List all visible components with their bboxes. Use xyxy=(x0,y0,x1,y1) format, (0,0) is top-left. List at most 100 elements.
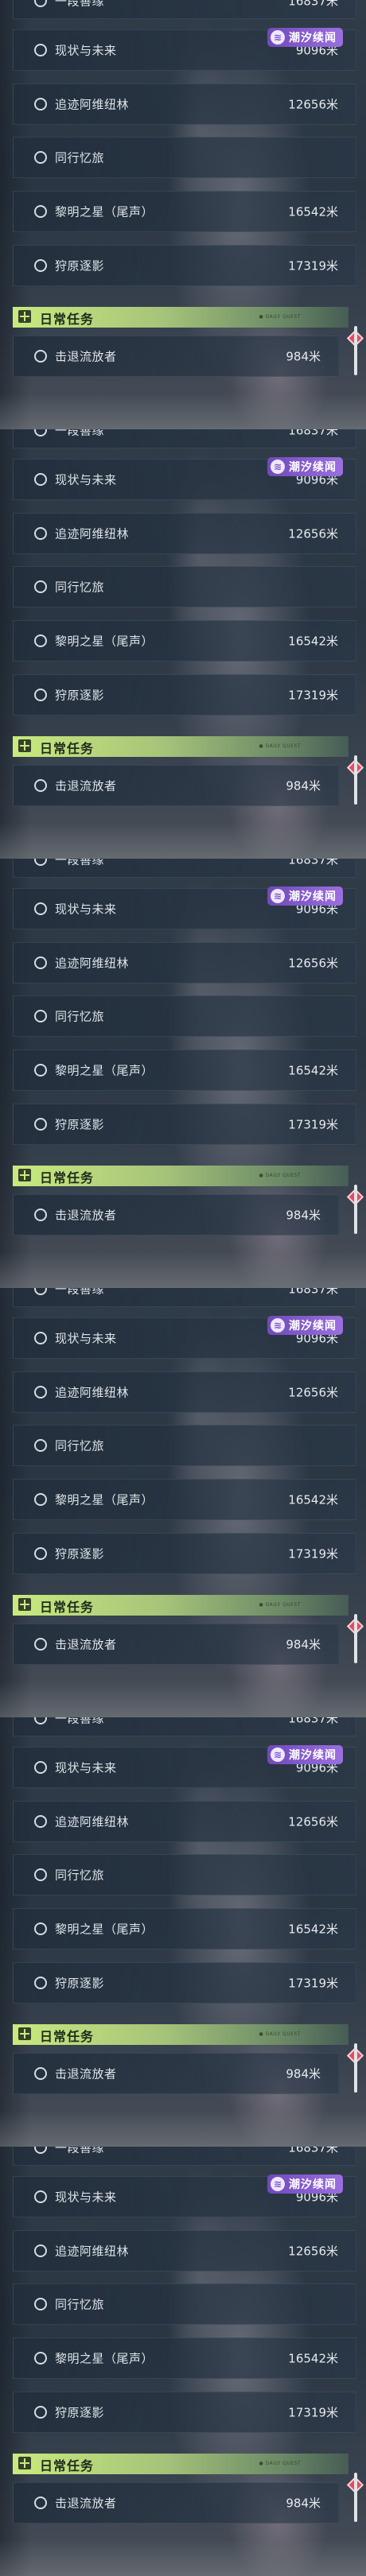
event-badge-label: 潮汐续闻 xyxy=(289,890,337,903)
event-badge[interactable]: ≋ 潮汐续闻 xyxy=(267,28,343,47)
quest-row[interactable]: 同行忆旅 xyxy=(13,2283,356,2325)
task-circle-icon xyxy=(34,2147,47,2154)
task-circle-icon xyxy=(34,2067,47,2080)
quest-row[interactable]: 追迹阿维纽林 12656米 xyxy=(13,83,356,125)
quest-row[interactable]: 一段善缘 16837米 xyxy=(13,1288,356,1307)
quest-row[interactable]: 追迹阿维纽林 12656米 xyxy=(13,1801,356,1842)
scrollbar-thumb[interactable] xyxy=(354,1614,357,1663)
task-circle-icon xyxy=(34,689,47,701)
quest-row[interactable]: 现状与未来 9096米 ≋ 潮汐续闻 xyxy=(13,1745,356,1788)
task-circle-icon xyxy=(34,1010,47,1022)
quest-row[interactable]: 现状与未来 9096米 ≋ 潮汐续闻 xyxy=(13,1316,356,1359)
quest-distance: 16542米 xyxy=(288,1922,338,1937)
daily-quest-row[interactable]: 击退流放者 984米 xyxy=(13,1624,339,1665)
quest-title: 黎明之星（尾声） xyxy=(55,2351,154,2366)
quest-row[interactable]: 狩原逐影 17319米 xyxy=(13,2392,356,2433)
quest-row[interactable]: 同行忆旅 xyxy=(13,1854,356,1895)
quest-distance: 984米 xyxy=(286,2066,321,2081)
quest-row[interactable]: 现状与未来 9096米 ≋ 潮汐续闻 xyxy=(13,886,356,929)
daily-quest-title: 日常任务 xyxy=(40,1170,95,1185)
quest-distance: 12656米 xyxy=(288,1814,338,1829)
scrollbar-thumb[interactable] xyxy=(354,755,357,805)
quest-distance: 12656米 xyxy=(288,956,338,971)
quest-distance: 16542米 xyxy=(288,634,338,649)
daily-quest-header[interactable]: 日常任务 ● DAILY QUEST xyxy=(13,736,348,757)
event-badge[interactable]: ≋ 潮汐续闻 xyxy=(267,457,343,476)
quest-row[interactable]: 黎明之星（尾声） 16542米 xyxy=(13,1479,356,1520)
daily-quest-row[interactable]: 击退流放者 984米 xyxy=(13,2053,339,2094)
daily-quest-icon xyxy=(18,2457,31,2469)
event-badge[interactable]: ≋ 潮汐续闻 xyxy=(267,2174,343,2194)
quest-title: 击退流放者 xyxy=(55,2496,117,2511)
quest-row[interactable]: 黎明之星（尾声） 16542米 xyxy=(13,1049,356,1091)
quest-row[interactable]: 现状与未来 9096米 ≋ 潮汐续闻 xyxy=(13,28,356,71)
daily-quest-row[interactable]: 击退流放者 984米 xyxy=(13,336,339,377)
task-circle-icon xyxy=(34,634,47,647)
quest-row[interactable]: 狩原逐影 17319米 xyxy=(13,1104,356,1145)
quest-distance: 16837米 xyxy=(288,859,338,867)
quest-row[interactable]: 追迹阿维纽林 12656米 xyxy=(13,1371,356,1413)
quest-row[interactable]: 黎明之星（尾声） 16542米 xyxy=(13,1908,356,1949)
tide-event-icon: ≋ xyxy=(271,30,285,45)
quest-title: 狩原逐影 xyxy=(55,258,105,274)
daily-quest-header[interactable]: 日常任务 ● DAILY QUEST xyxy=(13,307,348,328)
task-circle-icon xyxy=(34,44,47,56)
quest-row[interactable]: 同行忆旅 xyxy=(13,566,356,607)
quest-row[interactable]: 一段善缘 16837米 xyxy=(13,859,356,878)
quest-row[interactable]: 黎明之星（尾声） 16542米 xyxy=(13,620,356,661)
quest-title: 追迹阿维纽林 xyxy=(55,956,130,971)
quest-row[interactable]: 追迹阿维纽林 12656米 xyxy=(13,2230,356,2271)
scrollbar-thumb[interactable] xyxy=(354,2043,357,2093)
quest-row[interactable]: 一段善缘 16837米 xyxy=(13,1717,356,1736)
daily-quest-row[interactable]: 击退流放者 984米 xyxy=(13,2482,339,2524)
scrollbar-thumb[interactable] xyxy=(354,326,357,375)
quest-row[interactable]: 狩原逐影 17319米 xyxy=(13,1533,356,1574)
daily-quest-header[interactable]: 日常任务 ● DAILY QUEST xyxy=(13,2024,348,2045)
task-circle-icon xyxy=(34,1386,47,1399)
quest-row[interactable]: 狩原逐影 17319米 xyxy=(13,245,356,286)
tide-event-icon: ≋ xyxy=(271,460,285,474)
event-badge[interactable]: ≋ 潮汐续闻 xyxy=(267,1316,343,1335)
scrollbar-thumb[interactable] xyxy=(354,2473,357,2522)
quest-row[interactable]: 黎明之星（尾声） 16542米 xyxy=(13,2337,356,2379)
quest-row[interactable]: 一段善缘 16837米 xyxy=(13,0,356,19)
quest-title: 同行忆旅 xyxy=(55,1868,105,1883)
daily-quest-icon xyxy=(18,1598,31,1611)
quest-row[interactable]: 同行忆旅 xyxy=(13,1425,356,1466)
quest-row[interactable]: 狩原逐影 17319米 xyxy=(13,1962,356,2004)
daily-quest-row[interactable]: 击退流放者 984米 xyxy=(13,1194,339,1236)
daily-quest-title: 日常任务 xyxy=(40,741,95,756)
quest-row[interactable]: 同行忆旅 xyxy=(13,137,356,178)
quest-row[interactable]: 一段善缘 16837米 xyxy=(13,429,356,448)
quest-row[interactable]: 现状与未来 9096米 ≋ 潮汐续闻 xyxy=(13,2174,356,2217)
quest-title: 击退流放者 xyxy=(55,1637,117,1652)
quest-title: 现状与未来 xyxy=(55,2190,117,2205)
quest-distance: 12656米 xyxy=(288,97,338,112)
event-badge[interactable]: ≋ 潮汐续闻 xyxy=(267,886,343,906)
quest-row[interactable]: 同行忆旅 xyxy=(13,995,356,1037)
quest-title: 黎明之星（尾声） xyxy=(55,634,154,649)
quest-row[interactable]: 黎明之星（尾声） 16542米 xyxy=(13,191,356,232)
quest-distance: 12656米 xyxy=(288,1385,338,1400)
quest-distance: 16837米 xyxy=(288,2147,338,2155)
task-circle-icon xyxy=(34,1761,47,1774)
task-circle-icon xyxy=(34,527,47,540)
quest-row[interactable]: 追迹阿维纽林 12656米 xyxy=(13,513,356,554)
quest-distance: 16542米 xyxy=(288,1492,338,1507)
daily-quest-header[interactable]: 日常任务 ● DAILY QUEST xyxy=(13,1166,348,1186)
quest-row[interactable]: 追迹阿维纽林 12656米 xyxy=(13,942,356,983)
daily-quest-header[interactable]: 日常任务 ● DAILY QUEST xyxy=(13,1595,348,1616)
task-circle-icon xyxy=(34,1288,47,1295)
scrollbar-thumb[interactable] xyxy=(354,1185,357,1234)
quest-row[interactable]: 现状与未来 9096米 ≋ 潮汐续闻 xyxy=(13,457,356,500)
daily-quest-header[interactable]: 日常任务 ● DAILY QUEST xyxy=(13,2454,348,2474)
daily-quest-row[interactable]: 击退流放者 984米 xyxy=(13,765,339,806)
daily-quest-subtitle: ● DAILY QUEST xyxy=(259,1602,301,1608)
quest-row[interactable]: 一段善缘 16837米 xyxy=(13,2147,356,2166)
quest-row[interactable]: 狩原逐影 17319米 xyxy=(13,674,356,716)
task-circle-icon xyxy=(34,2352,47,2365)
event-badge[interactable]: ≋ 潮汐续闻 xyxy=(267,1745,343,1764)
task-circle-icon xyxy=(34,2298,47,2310)
quest-distance: 12656米 xyxy=(288,526,338,541)
task-circle-icon xyxy=(34,1977,47,1989)
